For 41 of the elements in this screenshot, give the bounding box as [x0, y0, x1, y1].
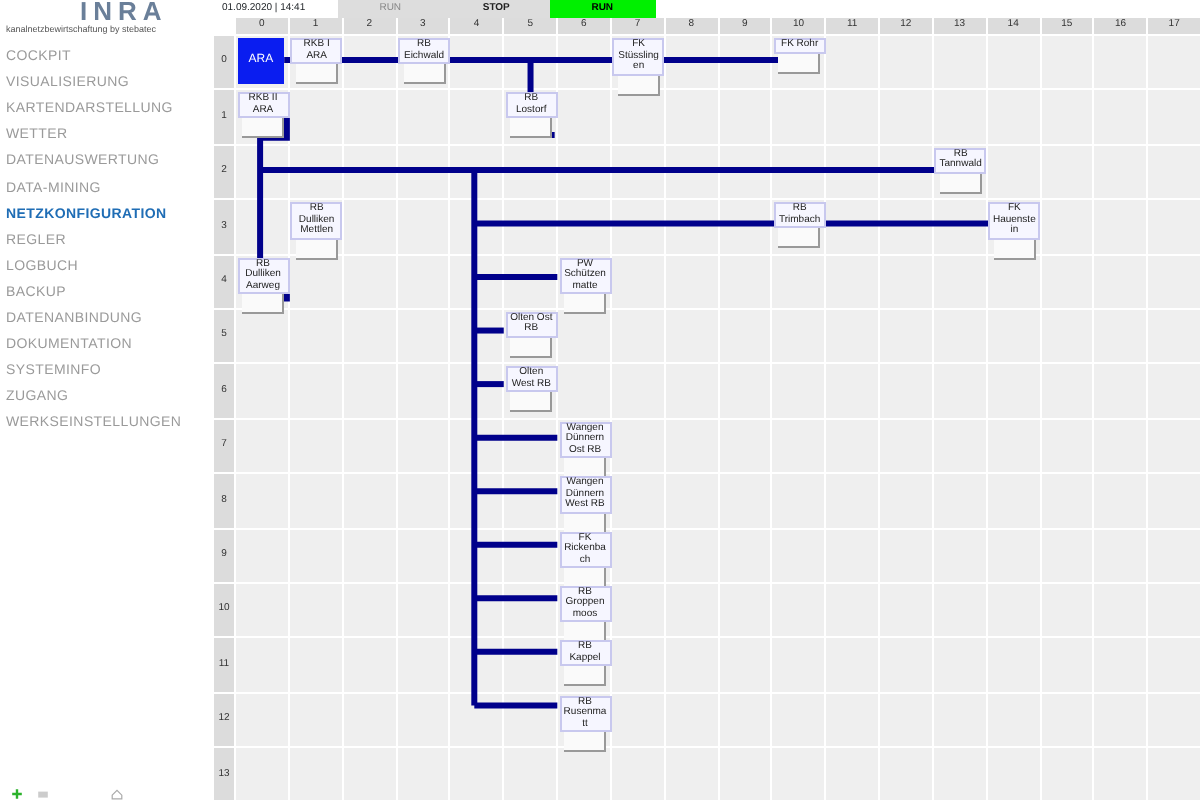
home-icon[interactable] — [108, 788, 126, 800]
grid-cell[interactable] — [987, 145, 1039, 199]
grid-cell[interactable] — [558, 90, 610, 144]
grid-cell[interactable] — [236, 474, 288, 528]
grid-cell[interactable] — [1041, 200, 1093, 254]
grid-cell[interactable] — [987, 36, 1039, 89]
logo-text: INRA — [80, 0, 170, 24]
grid-cell[interactable] — [289, 90, 342, 144]
grid-cell[interactable] — [236, 638, 288, 692]
edit-icon[interactable] — [34, 788, 52, 800]
grid-cell[interactable] — [611, 419, 664, 473]
grid-cell[interactable] — [558, 748, 610, 800]
grid-cell[interactable] — [236, 693, 288, 747]
grid-cell[interactable] — [611, 693, 664, 747]
grid-cell[interactable] — [611, 638, 664, 692]
grid-cell[interactable] — [558, 309, 610, 363]
grid-cell[interactable] — [611, 529, 664, 582]
grid-cell[interactable] — [236, 583, 288, 637]
grid-cell[interactable] — [611, 255, 664, 308]
grid-cell[interactable] — [987, 255, 1039, 308]
grid-cell[interactable] — [880, 36, 932, 89]
grid-cell[interactable] — [450, 90, 503, 144]
grid-cell[interactable] — [236, 529, 288, 582]
grid-cell[interactable] — [343, 200, 395, 254]
station-box[interactable] — [242, 118, 284, 139]
grid-cell[interactable] — [236, 309, 288, 363]
grid-cell[interactable] — [611, 90, 664, 144]
grid-cell[interactable] — [558, 364, 610, 418]
grid-cell[interactable] — [826, 36, 878, 89]
grid-cell[interactable] — [1041, 36, 1093, 89]
grid-cell[interactable] — [1094, 36, 1147, 89]
grid-cell[interactable] — [236, 748, 288, 800]
grid-cell[interactable] — [450, 693, 503, 747]
grid-cell[interactable] — [1148, 36, 1200, 89]
grid-cell[interactable] — [236, 419, 288, 473]
add-icon[interactable] — [8, 788, 26, 800]
grid-cell[interactable] — [1041, 145, 1093, 199]
grid-cell[interactable] — [611, 583, 664, 637]
grid-cell[interactable] — [933, 36, 986, 89]
grid-cell[interactable] — [611, 474, 664, 528]
grid-cell[interactable] — [236, 364, 288, 418]
